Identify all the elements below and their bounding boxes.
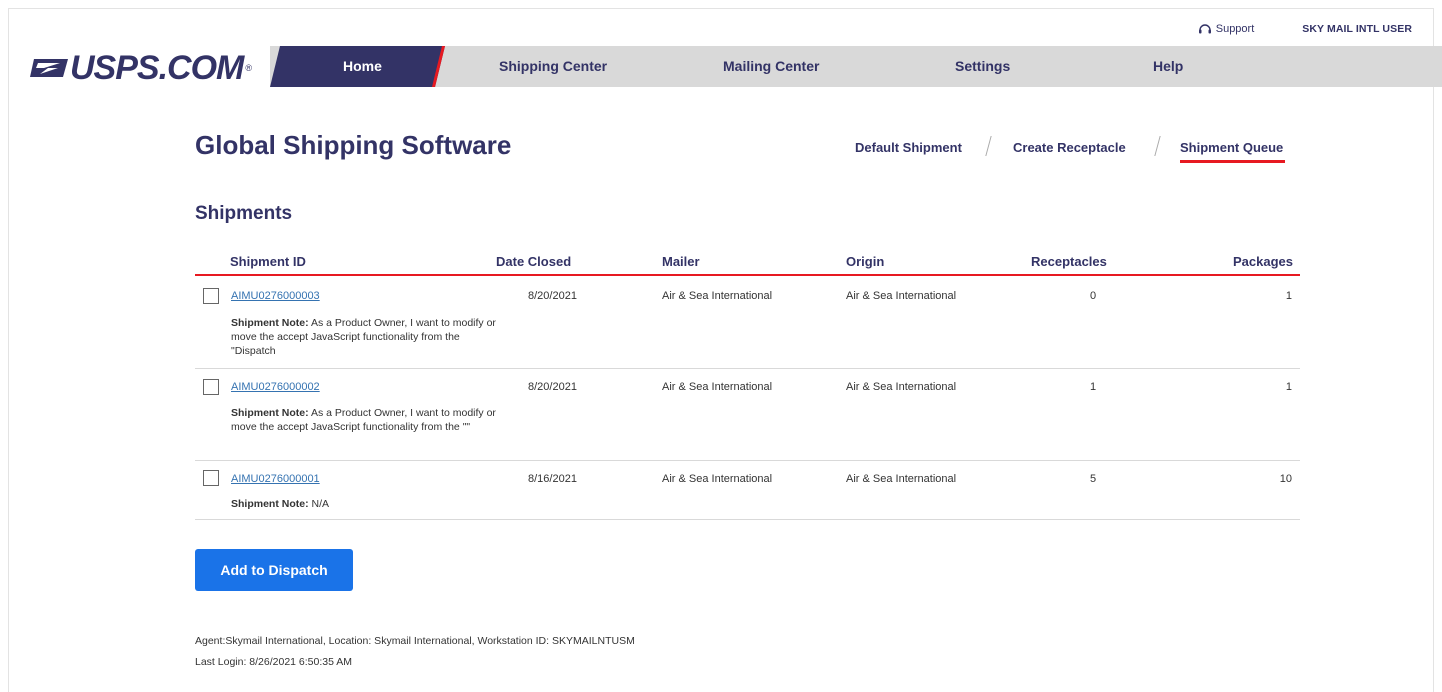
column-packages[interactable]: Packages bbox=[1233, 254, 1293, 269]
last-login: Last Login: 8/26/2021 6:50:35 AM bbox=[195, 656, 353, 668]
subnav-create-receptacle[interactable]: Create Receptacle bbox=[1013, 140, 1126, 155]
date-closed: 8/16/2021 bbox=[528, 473, 577, 485]
mailer: Air & Sea International bbox=[662, 381, 773, 393]
nav-item-help[interactable]: Help bbox=[1153, 46, 1183, 87]
note-label: Shipment Note: bbox=[231, 407, 309, 419]
usps-logo[interactable]: USPS.COM ® bbox=[30, 51, 252, 85]
nav-item-mailing-center[interactable]: Mailing Center bbox=[723, 46, 819, 87]
nav-item-home[interactable]: Home bbox=[343, 46, 382, 87]
section-title: Shipments bbox=[195, 203, 293, 224]
origin: Air & Sea International bbox=[846, 290, 957, 302]
shipment-id-link[interactable]: AIMU0276000003 bbox=[231, 290, 320, 302]
support-link[interactable]: Support bbox=[1198, 22, 1255, 36]
row-checkbox[interactable] bbox=[203, 379, 219, 395]
main-nav: Home Shipping Center Mailing Center Sett… bbox=[270, 46, 1442, 87]
origin: Air & Sea International bbox=[846, 381, 957, 393]
support-label: Support bbox=[1215, 23, 1255, 35]
subnav-active-indicator bbox=[1180, 160, 1285, 163]
table-header: Shipment ID Date Closed Mailer Origin Re… bbox=[195, 248, 1300, 276]
subnav-default-shipment[interactable]: Default Shipment bbox=[855, 140, 962, 155]
column-origin[interactable]: Origin bbox=[846, 254, 884, 269]
date-closed: 8/20/2021 bbox=[528, 381, 577, 393]
user-name[interactable]: SKY MAIL INTL USER bbox=[1302, 23, 1412, 35]
shipment-id-link[interactable]: AIMU0276000001 bbox=[231, 473, 320, 485]
packages-count: 10 bbox=[1279, 473, 1292, 485]
subnav-shipment-queue[interactable]: Shipment Queue bbox=[1180, 140, 1283, 155]
note-label: Shipment Note: bbox=[231, 498, 309, 510]
table-row: AIMU0276000003 8/20/2021 Air & Sea Inter… bbox=[195, 278, 1300, 369]
row-checkbox[interactable] bbox=[203, 288, 219, 304]
date-closed: 8/20/2021 bbox=[528, 290, 577, 302]
packages-count: 1 bbox=[1285, 290, 1292, 302]
receptacles-count: 1 bbox=[1090, 381, 1097, 393]
eagle-logo-icon bbox=[30, 59, 68, 77]
table-row: AIMU0276000001 8/16/2021 Air & Sea Inter… bbox=[195, 461, 1300, 520]
logo-registered: ® bbox=[245, 63, 252, 73]
headset-icon bbox=[1198, 24, 1211, 34]
utility-bar: Support SKY MAIL INTL USER bbox=[1198, 22, 1412, 36]
column-shipment-id[interactable]: Shipment ID bbox=[230, 254, 306, 269]
packages-count: 1 bbox=[1285, 381, 1292, 393]
receptacles-count: 0 bbox=[1090, 290, 1097, 302]
logo-text: USPS.COM bbox=[70, 49, 244, 87]
shipment-id-link[interactable]: AIMU0276000002 bbox=[231, 381, 320, 393]
column-mailer[interactable]: Mailer bbox=[662, 254, 700, 269]
column-receptacles[interactable]: Receptacles bbox=[1031, 254, 1107, 269]
page-title: Global Shipping Software bbox=[195, 130, 512, 160]
mailer: Air & Sea International bbox=[662, 290, 773, 302]
shipment-note: Shipment Note: As a Product Owner, I wan… bbox=[231, 406, 506, 434]
mailer: Air & Sea International bbox=[662, 473, 773, 485]
row-checkbox[interactable] bbox=[203, 470, 219, 486]
shipment-note: Shipment Note: As a Product Owner, I wan… bbox=[231, 316, 506, 358]
nav-item-shipping-center[interactable]: Shipping Center bbox=[499, 46, 607, 87]
shipment-note: Shipment Note: N/A bbox=[231, 497, 506, 511]
agent-info: Agent:Skymail International, Location: S… bbox=[195, 635, 635, 647]
table-row: AIMU0276000002 8/20/2021 Air & Sea Inter… bbox=[195, 369, 1300, 461]
nav-item-settings[interactable]: Settings bbox=[955, 46, 1010, 87]
note-label: Shipment Note: bbox=[231, 317, 309, 329]
add-to-dispatch-button[interactable]: Add to Dispatch bbox=[195, 549, 353, 591]
origin: Air & Sea International bbox=[846, 473, 957, 485]
note-text: N/A bbox=[311, 498, 330, 510]
receptacles-count: 5 bbox=[1090, 473, 1097, 485]
column-date-closed[interactable]: Date Closed bbox=[496, 254, 571, 269]
